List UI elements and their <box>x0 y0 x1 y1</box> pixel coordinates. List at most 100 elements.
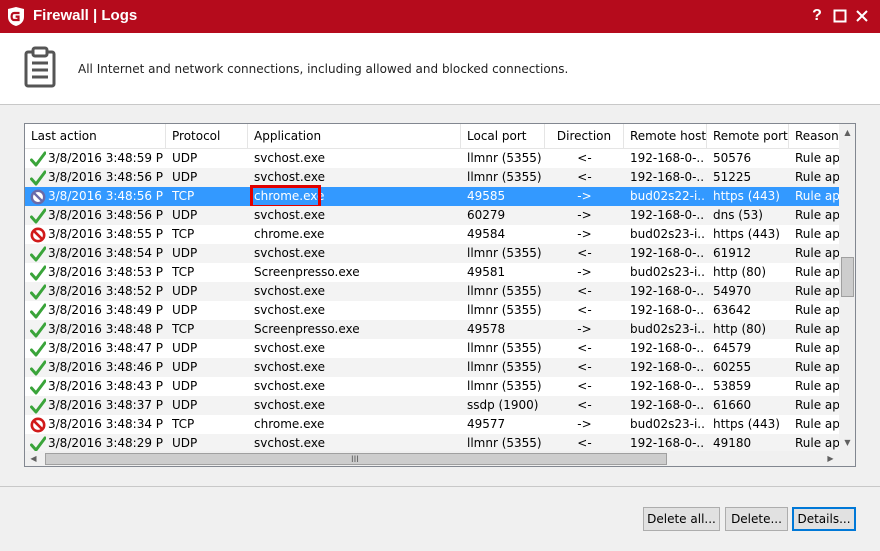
cell-remote-port: 49180 <box>713 436 752 450</box>
column-reason[interactable]: Reason <box>789 124 839 149</box>
cell-direction: <- <box>577 360 592 374</box>
table-row[interactable]: 3/8/2016 3:48:47 PM UDP svchost.exe llmnr (… <box>25 339 839 358</box>
maximize-button[interactable] <box>831 7 849 25</box>
cell-application: svchost.exe <box>254 208 325 222</box>
column-local-port[interactable]: Local port <box>461 124 545 149</box>
scroll-corner <box>839 451 855 466</box>
table-row[interactable]: 3/8/2016 3:48:53 PM TCP Screenpresso.exe 49… <box>25 263 839 282</box>
cell-reason: Rule app <box>795 208 839 222</box>
cell-last-action: 3/8/2016 3:48:47 PM <box>48 341 164 355</box>
cell-protocol: UDP <box>172 151 198 165</box>
table-row[interactable]: 3/8/2016 3:48:56 PM UDP svchost.exe 60279 ->… <box>25 206 839 225</box>
cell-local-port: llmnr (5355) <box>467 284 542 298</box>
cell-remote-port: 54970 <box>713 284 752 298</box>
cell-local-port: 60279 <box>467 208 506 222</box>
cell-last-action: 3/8/2016 3:48:54 PM <box>48 246 164 260</box>
table-row[interactable]: 3/8/2016 3:48:37 PM UDP svchost.exe ssdp (1… <box>25 396 839 415</box>
column-remote-host[interactable]: Remote host <box>624 124 707 149</box>
cell-local-port: llmnr (5355) <box>467 379 542 393</box>
table-row[interactable]: 3/8/2016 3:48:34 PM TCP chrome.exe 49577 -> b… <box>25 415 839 434</box>
clipboard-icon <box>24 46 56 88</box>
cell-remote-host: 192-168-0-... <box>630 341 705 355</box>
details-button[interactable]: Details... <box>792 507 856 531</box>
horizontal-scroll-thumb[interactable]: III <box>45 453 667 465</box>
table-row[interactable]: 3/8/2016 3:48:55 PM TCP chrome.exe 49584 -> b… <box>25 225 839 244</box>
cell-remote-port: 50576 <box>713 151 752 165</box>
allowed-check-icon <box>30 398 46 414</box>
cell-application: chrome.exe <box>254 227 325 241</box>
column-last-action[interactable]: Last action <box>25 124 166 149</box>
table-row[interactable]: 3/8/2016 3:48:43 PM UDP svchost.exe llmnr (… <box>25 377 839 396</box>
table-row[interactable]: 3/8/2016 3:48:48 PM TCP Screenpresso.exe 49… <box>25 320 839 339</box>
cell-direction: <- <box>577 284 592 298</box>
cell-remote-host: bud02s23-i... <box>630 417 705 431</box>
cell-local-port: llmnr (5355) <box>467 436 542 450</box>
vertical-scrollbar[interactable]: ▲ ▼ <box>839 124 855 451</box>
cell-local-port: ssdp (1900) <box>467 398 539 412</box>
cell-reason: Rule app <box>795 417 839 431</box>
blocked-icon <box>30 417 46 433</box>
cell-direction: <- <box>577 341 592 355</box>
cell-protocol: TCP <box>172 417 195 431</box>
table-row[interactable]: 3/8/2016 3:48:46 PM UDP svchost.exe llmnr (… <box>25 358 839 377</box>
cell-remote-host: 192-168-0-... <box>630 436 705 450</box>
cell-reason: Rule app <box>795 360 839 374</box>
cell-application: svchost.exe <box>254 284 325 298</box>
cell-reason: Rule app <box>795 227 839 241</box>
log-rows: 3/8/2016 3:48:59 PM UDP svchost.exe llmnr (… <box>25 149 839 451</box>
cell-application: svchost.exe <box>254 398 325 412</box>
cell-last-action: 3/8/2016 3:48:56 PM <box>48 189 164 203</box>
column-remote-port[interactable]: Remote port <box>707 124 789 149</box>
help-button[interactable]: ? <box>808 7 826 25</box>
cell-remote-host: 192-168-0-... <box>630 246 705 260</box>
cell-last-action: 3/8/2016 3:48:43 PM <box>48 379 164 393</box>
allowed-check-icon <box>30 436 46 451</box>
scroll-right-icon[interactable]: ▶ <box>822 451 839 466</box>
log-table[interactable]: Last action Protocol Application Local p… <box>24 123 856 467</box>
cell-remote-port: https (443) <box>713 227 780 241</box>
cell-reason: Rule app <box>795 398 839 412</box>
cell-protocol: TCP <box>172 265 195 279</box>
table-row[interactable]: 3/8/2016 3:48:49 PM UDP svchost.exe llmnr (… <box>25 301 839 320</box>
close-button[interactable] <box>853 7 871 25</box>
table-row[interactable]: 3/8/2016 3:48:56 PM UDP svchost.exe llmnr (… <box>25 168 839 187</box>
highlight-box <box>250 185 321 208</box>
cell-local-port: 49581 <box>467 265 506 279</box>
cell-application: svchost.exe <box>254 436 325 450</box>
cell-local-port: llmnr (5355) <box>467 341 542 355</box>
cell-direction: -> <box>577 208 592 222</box>
cell-protocol: UDP <box>172 379 198 393</box>
cell-application: svchost.exe <box>254 341 325 355</box>
cell-application: svchost.exe <box>254 379 325 393</box>
allowed-check-icon <box>30 303 46 319</box>
cell-direction: -> <box>577 227 592 241</box>
table-row[interactable]: 3/8/2016 3:48:59 PM UDP svchost.exe llmnr (… <box>25 149 839 168</box>
cell-remote-port: http (80) <box>713 322 767 336</box>
cell-protocol: UDP <box>172 284 198 298</box>
table-row[interactable]: 3/8/2016 3:48:56 PM TCP chrome.exe 49585 -> b… <box>25 185 839 208</box>
table-row[interactable]: 3/8/2016 3:48:54 PM UDP svchost.exe llmnr (… <box>25 244 839 263</box>
title-bar: Firewall | Logs ? <box>0 0 880 33</box>
column-direction[interactable]: Direction <box>545 124 624 149</box>
footer-divider <box>0 486 880 487</box>
cell-direction: <- <box>577 303 592 317</box>
table-row[interactable]: 3/8/2016 3:48:52 PM UDP svchost.exe llmnr (… <box>25 282 839 301</box>
cell-remote-host: 192-168-0-... <box>630 208 705 222</box>
column-protocol[interactable]: Protocol <box>166 124 248 149</box>
scroll-down-icon[interactable]: ▼ <box>839 434 855 451</box>
delete-all-button[interactable]: Delete all... <box>643 507 720 531</box>
cell-remote-host: 192-168-0-... <box>630 284 705 298</box>
scroll-up-icon[interactable]: ▲ <box>839 124 855 141</box>
delete-button[interactable]: Delete... <box>725 507 788 531</box>
cell-application: Screenpresso.exe <box>254 265 360 279</box>
column-application[interactable]: Application <box>248 124 461 149</box>
allowed-check-icon <box>30 265 46 281</box>
table-row[interactable]: 3/8/2016 3:48:29 PM UDP svchost.exe llmnr (… <box>25 434 839 451</box>
cell-application: svchost.exe <box>254 151 325 165</box>
cell-remote-port: 63642 <box>713 303 752 317</box>
cell-local-port: llmnr (5355) <box>467 360 542 374</box>
cell-last-action: 3/8/2016 3:48:56 PM <box>48 208 164 222</box>
horizontal-scrollbar[interactable]: ◀ III ▶ <box>25 451 839 466</box>
vertical-scroll-thumb[interactable] <box>841 257 854 297</box>
scroll-left-icon[interactable]: ◀ <box>25 451 42 466</box>
